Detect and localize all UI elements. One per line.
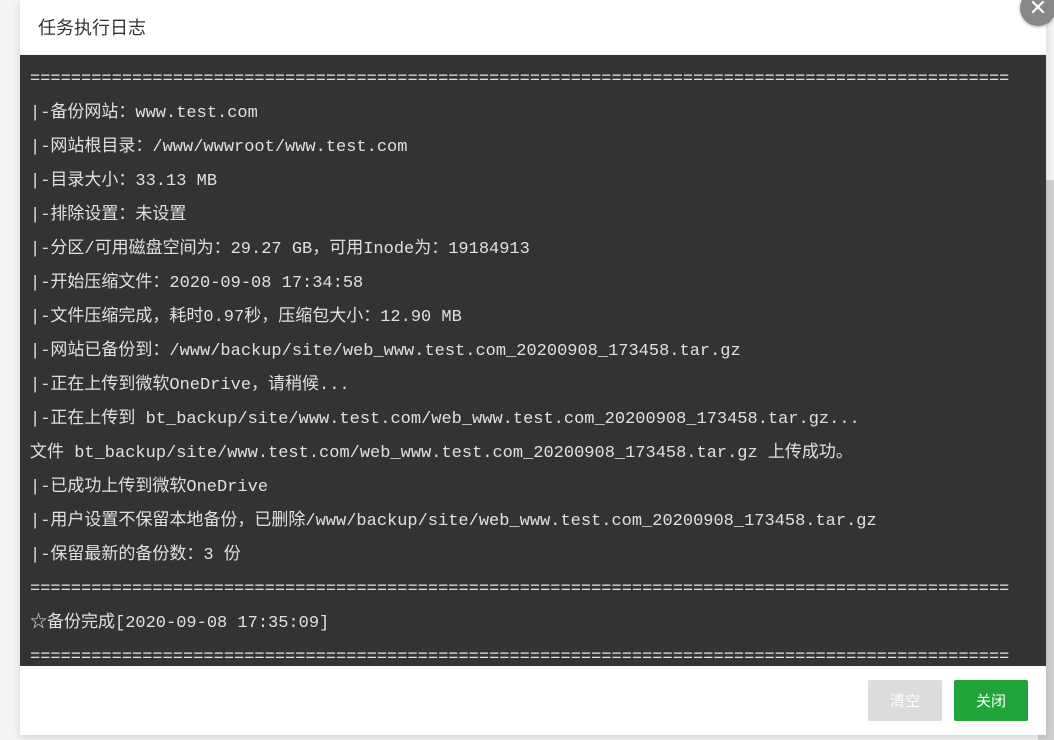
log-line: |-正在上传到微软OneDrive，请稍候... [30,369,1036,403]
log-line: 文件 bt_backup/site/www.test.com/web_www.t… [30,437,1036,471]
modal-footer: 清空 关闭 [20,666,1046,735]
close-icon-glyph: ✕ [1029,0,1047,21]
log-line: |-已成功上传到微软OneDrive [30,471,1036,505]
log-line: |-开始压缩文件：2020-09-08 17:34:58 [30,267,1036,301]
log-line: |-目录大小：33.13 MB [30,165,1036,199]
log-line: ☆备份完成[2020-09-08 17:35:09] [30,607,1036,641]
close-button[interactable]: 关闭 [954,680,1028,721]
log-line: |-网站已备份到：/www/backup/site/web_www.test.c… [30,335,1036,369]
log-line: |-文件压缩完成，耗时0.97秒，压缩包大小：12.90 MB [30,301,1036,335]
log-line: |-网站根目录：/www/wwwroot/www.test.com [30,131,1036,165]
log-line: |-保留最新的备份数：3 份 [30,539,1036,573]
log-line: ========================================… [30,573,1036,607]
log-line: ========================================… [30,63,1036,97]
log-line: |-分区/可用磁盘空间为：29.27 GB，可用Inode为：19184913 [30,233,1036,267]
clear-button[interactable]: 清空 [868,680,942,721]
log-output[interactable]: ========================================… [20,55,1046,666]
log-line: |-备份网站：www.test.com [30,97,1036,131]
log-line: |-排除设置：未设置 [30,199,1036,233]
modal-header: 任务执行日志 [20,0,1046,55]
log-line: |-用户设置不保留本地备份，已删除/www/backup/site/web_ww… [30,505,1036,539]
modal-title: 任务执行日志 [38,18,146,38]
log-line: |-正在上传到 bt_backup/site/www.test.com/web_… [30,403,1036,437]
log-line: ========================================… [30,641,1036,666]
task-log-modal: ✕ 任务执行日志 ===============================… [20,0,1046,735]
